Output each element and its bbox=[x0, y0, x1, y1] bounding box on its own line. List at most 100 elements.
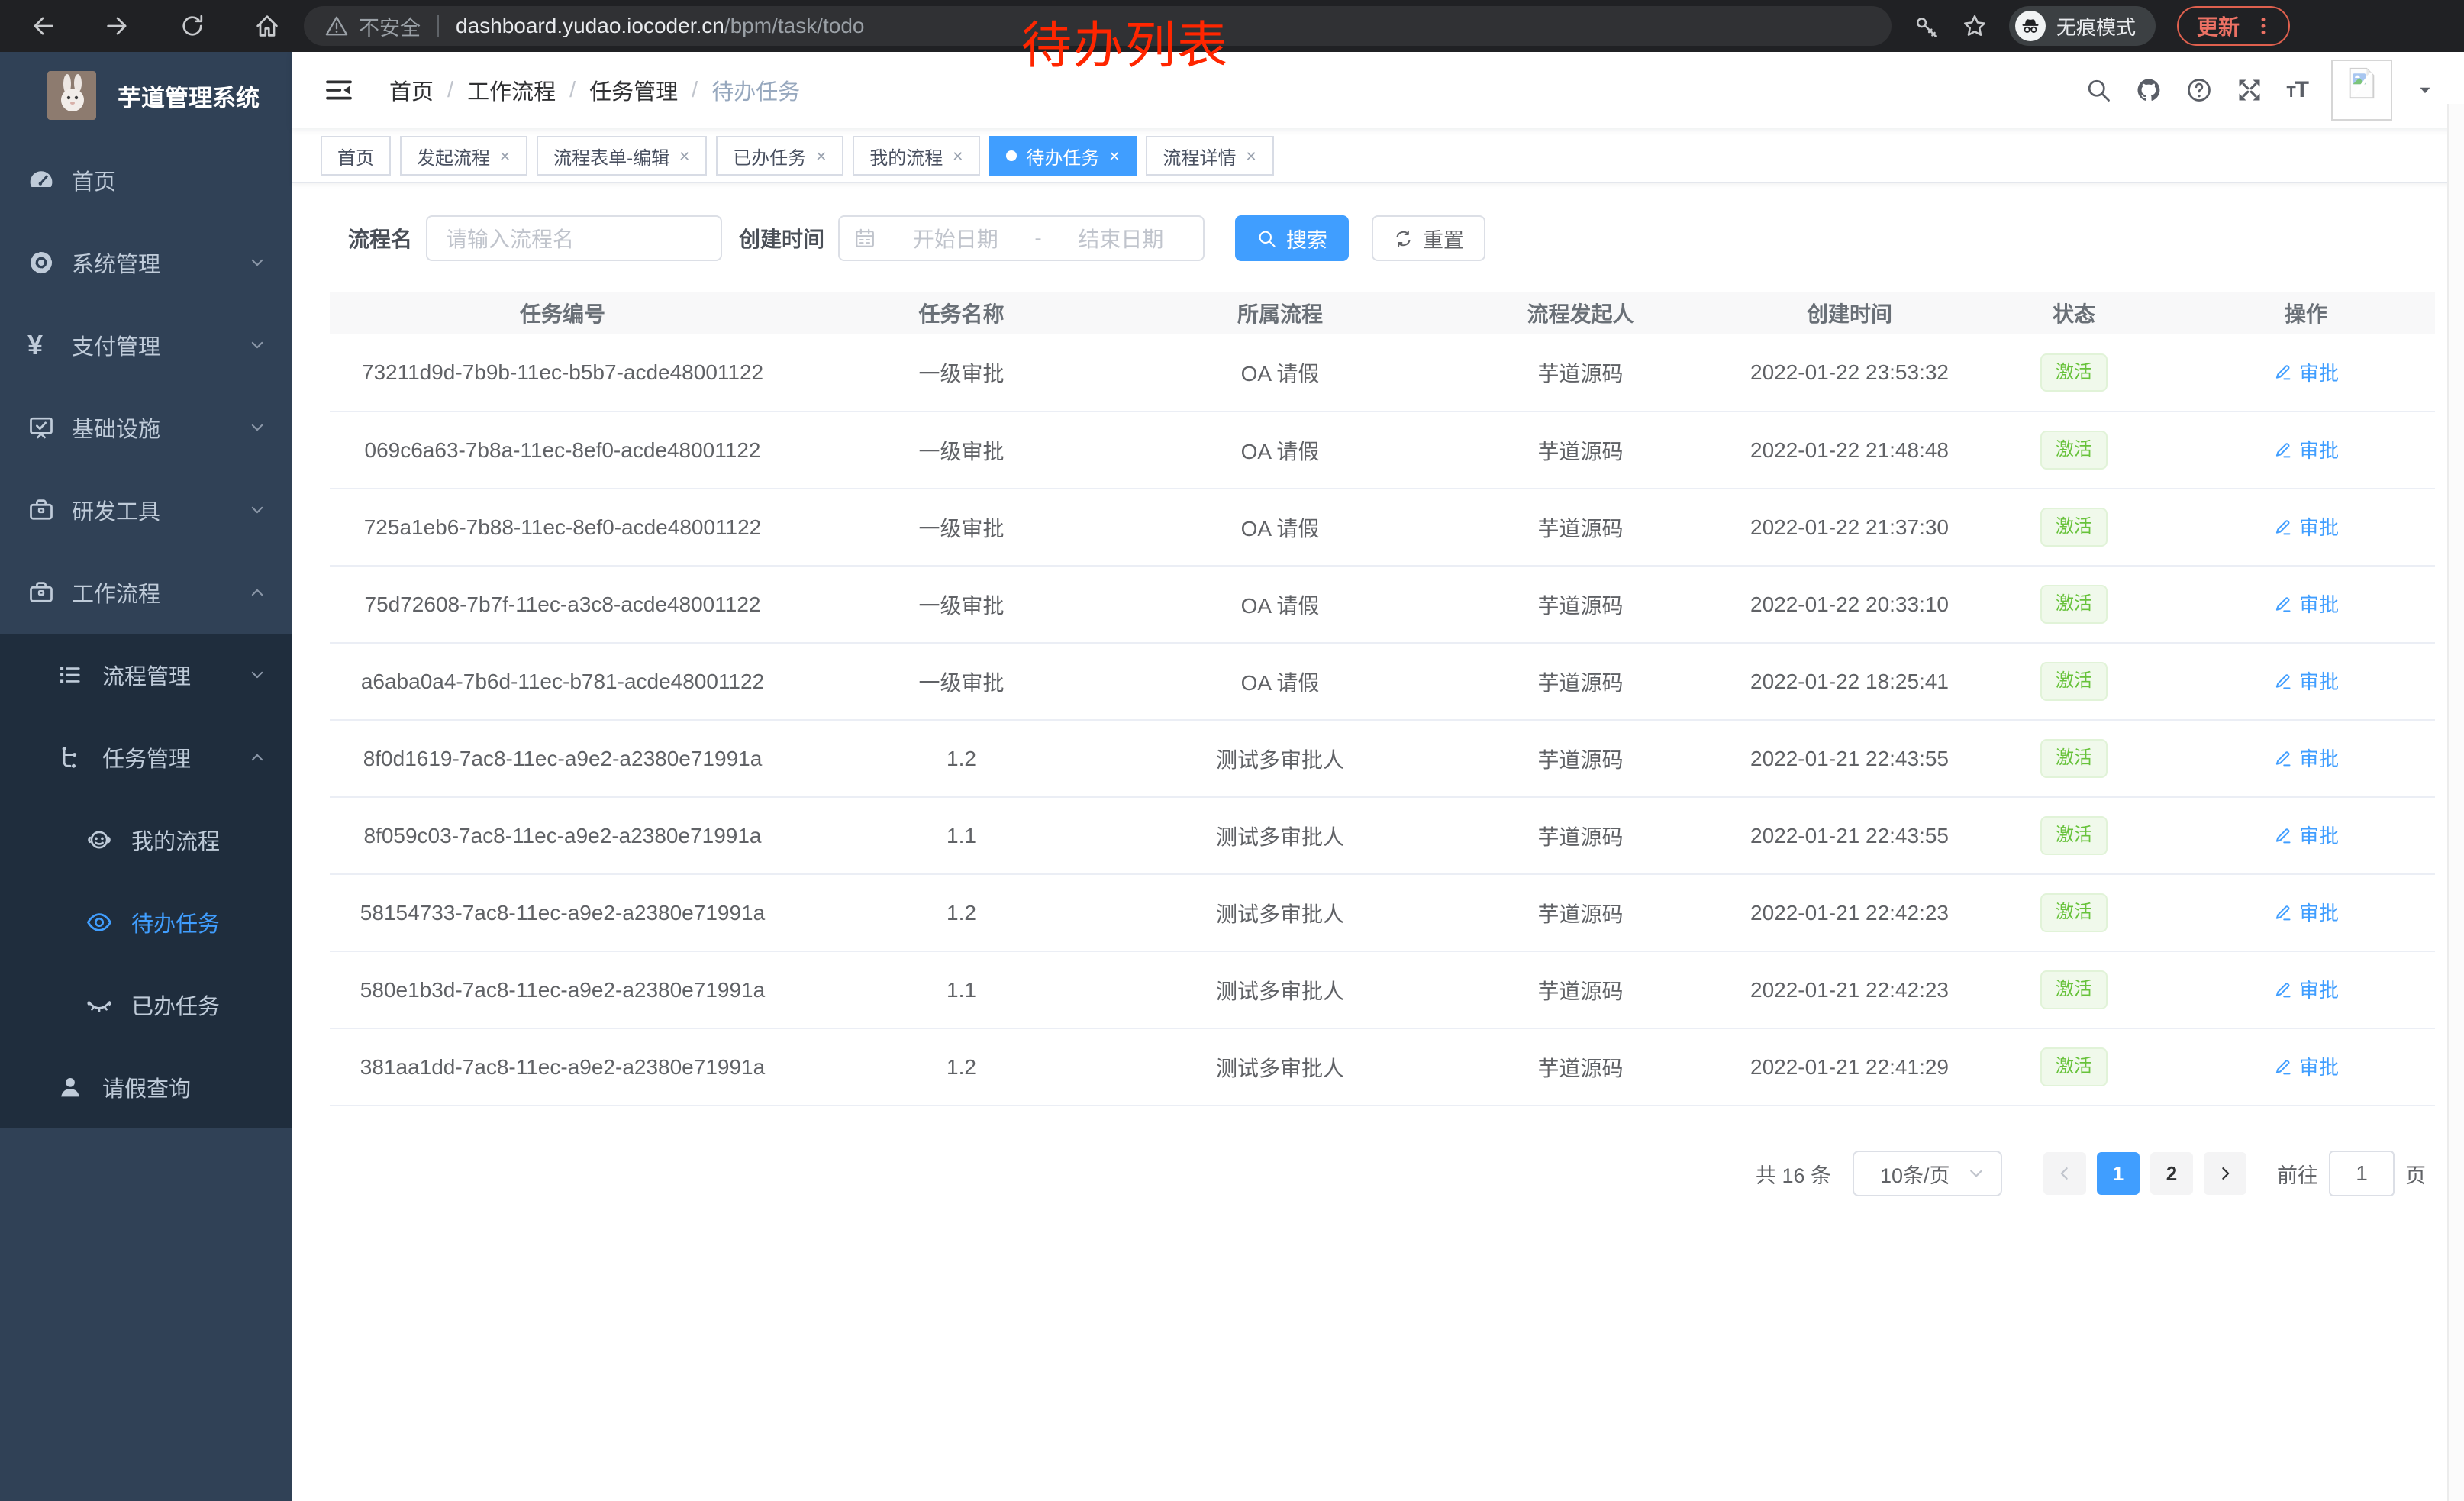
sidebar-item-home[interactable]: 首页 bbox=[0, 139, 292, 221]
close-icon[interactable] bbox=[679, 147, 690, 164]
close-icon[interactable] bbox=[1108, 147, 1120, 164]
tab-done-tasks[interactable]: 已办任务 bbox=[716, 136, 843, 176]
sidebar-item-system[interactable]: 系统管理 bbox=[0, 221, 292, 304]
cell-process: OA 请假 bbox=[1127, 489, 1433, 566]
goto-page-input[interactable]: 1 bbox=[2329, 1151, 2395, 1196]
breadcrumb-home[interactable]: 首页 bbox=[389, 74, 434, 106]
sidebar: 芋道管理系统 首页 系统管理 支付管理 基础设施 研发工具 工作流 bbox=[0, 52, 292, 1501]
page-size-select[interactable]: 10条/页 bbox=[1853, 1151, 2002, 1196]
not-secure-label[interactable]: 不安全 bbox=[359, 11, 421, 41]
cell-process: OA 请假 bbox=[1127, 566, 1433, 643]
browser-reload-icon[interactable] bbox=[179, 12, 206, 40]
sidebar-item-leave-query[interactable]: 请假查询 bbox=[0, 1046, 292, 1128]
table-row: 725a1eb6-7b88-11ec-8ef0-acde48001122一级审批… bbox=[330, 489, 2435, 566]
browser-forward-icon[interactable] bbox=[104, 12, 131, 40]
pagination-total: 共 16 条 bbox=[1756, 1159, 1831, 1189]
approve-link[interactable]: 审批 bbox=[2273, 744, 2339, 772]
end-date-input[interactable]: 结束日期 bbox=[1053, 223, 1189, 253]
sidebar-item-task-mgmt[interactable]: 任务管理 bbox=[0, 716, 292, 799]
cell-process: OA 请假 bbox=[1127, 643, 1433, 720]
bookmark-star-icon[interactable] bbox=[1962, 13, 1988, 39]
tab-my-process[interactable]: 我的流程 bbox=[853, 136, 980, 176]
close-icon[interactable] bbox=[1245, 147, 1256, 164]
sidebar-item-todo-tasks[interactable]: 待办任务 bbox=[0, 881, 292, 964]
reset-button[interactable]: 重置 bbox=[1372, 215, 1485, 261]
github-icon[interactable] bbox=[2135, 76, 2162, 104]
address-bar[interactable]: 不安全 dashboard.yudao.iocoder.cn/bpm/task/… bbox=[304, 6, 1892, 46]
cell-task-name: 1.2 bbox=[795, 1028, 1127, 1106]
breadcrumb-task-mgmt[interactable]: 任务管理 bbox=[589, 74, 678, 106]
approve-link[interactable]: 审批 bbox=[2273, 512, 2339, 541]
cell-task-name: 1.2 bbox=[795, 720, 1127, 797]
process-name-label: 流程名 bbox=[348, 223, 412, 253]
yen-icon bbox=[27, 331, 55, 359]
breadcrumb-workflow[interactable]: 工作流程 bbox=[467, 74, 556, 106]
date-range-separator: - bbox=[1034, 226, 1041, 250]
browser-back-icon[interactable] bbox=[29, 12, 56, 40]
tab-start-process[interactable]: 发起流程 bbox=[400, 136, 527, 176]
table-row: a6aba0a4-7b6d-11ec-b781-acde48001122一级审批… bbox=[330, 643, 2435, 720]
avatar[interactable] bbox=[2331, 60, 2392, 121]
cell-process: 测试多审批人 bbox=[1127, 1028, 1433, 1106]
user-icon bbox=[56, 1073, 84, 1101]
search-icon[interactable] bbox=[2085, 76, 2112, 104]
cell-task-id: 58154733-7ac8-11ec-a9e2-a2380e71991a bbox=[330, 874, 795, 951]
approve-link[interactable]: 审批 bbox=[2273, 975, 2339, 1003]
start-date-input[interactable]: 开始日期 bbox=[887, 223, 1024, 253]
status-badge: 激活 bbox=[2040, 353, 2108, 392]
fullscreen-icon[interactable] bbox=[2236, 76, 2263, 104]
browser-update-button[interactable]: 更新 bbox=[2177, 6, 2290, 46]
page-scrollbar[interactable] bbox=[2447, 104, 2464, 1501]
page-button-2[interactable]: 2 bbox=[2150, 1152, 2193, 1195]
approve-link[interactable]: 审批 bbox=[2273, 1052, 2339, 1080]
cell-task-id: 580e1b3d-7ac8-11ec-a9e2-a2380e71991a bbox=[330, 951, 795, 1028]
sidebar-item-process-mgmt[interactable]: 流程管理 bbox=[0, 634, 292, 716]
sidebar-item-workflow[interactable]: 工作流程 bbox=[0, 551, 292, 634]
cell-task-name: 一级审批 bbox=[795, 489, 1127, 566]
approve-link[interactable]: 审批 bbox=[2273, 589, 2339, 618]
next-page-button[interactable] bbox=[2204, 1152, 2246, 1195]
chevron-down-icon bbox=[1967, 1164, 1985, 1183]
url-text[interactable]: dashboard.yudao.iocoder.cn/bpm/task/todo bbox=[456, 14, 864, 38]
sidebar-collapse-icon[interactable] bbox=[324, 75, 354, 105]
date-range-input[interactable]: 开始日期 - 结束日期 bbox=[838, 215, 1205, 261]
browser-home-icon[interactable] bbox=[253, 12, 281, 40]
avatar-caret-icon[interactable] bbox=[2415, 80, 2435, 100]
approve-link[interactable]: 审批 bbox=[2273, 435, 2339, 463]
sidebar-item-payment[interactable]: 支付管理 bbox=[0, 304, 292, 386]
cell-process: 测试多审批人 bbox=[1127, 874, 1433, 951]
edit-pen-icon bbox=[2273, 362, 2293, 382]
prev-page-button[interactable] bbox=[2043, 1152, 2086, 1195]
close-icon[interactable] bbox=[499, 147, 511, 164]
page-button-1[interactable]: 1 bbox=[2097, 1152, 2140, 1195]
tab-process-detail[interactable]: 流程详情 bbox=[1146, 136, 1273, 176]
cell-task-id: 75d72608-7b7f-11ec-a3c8-acde48001122 bbox=[330, 566, 795, 643]
tab-form-edit[interactable]: 流程表单-编辑 bbox=[537, 136, 707, 176]
cell-task-id: a6aba0a4-7b6d-11ec-b781-acde48001122 bbox=[330, 643, 795, 720]
cell-time: 2022-01-21 22:42:23 bbox=[1728, 874, 1971, 951]
tab-todo-tasks[interactable]: 待办任务 bbox=[989, 136, 1137, 176]
app-logo-row[interactable]: 芋道管理系统 bbox=[0, 52, 292, 139]
password-key-icon[interactable] bbox=[1914, 13, 1940, 39]
browser-chrome: 不安全 dashboard.yudao.iocoder.cn/bpm/task/… bbox=[0, 0, 2464, 52]
approve-link[interactable]: 审批 bbox=[2273, 898, 2339, 926]
sidebar-item-done-tasks[interactable]: 已办任务 bbox=[0, 964, 292, 1046]
cell-time: 2022-01-21 22:42:23 bbox=[1728, 951, 1971, 1028]
sidebar-item-infra[interactable]: 基础设施 bbox=[0, 386, 292, 469]
help-icon[interactable] bbox=[2185, 76, 2213, 104]
sidebar-item-devtools[interactable]: 研发工具 bbox=[0, 469, 292, 551]
approve-link[interactable]: 审批 bbox=[2273, 358, 2339, 386]
font-size-icon[interactable] bbox=[2286, 77, 2308, 103]
sidebar-item-my-process[interactable]: 我的流程 bbox=[0, 799, 292, 881]
filter-bar: 流程名 请输入流程名 创建时间 开始日期 - 结束日期 搜索 重置 bbox=[348, 215, 2464, 261]
search-button[interactable]: 搜索 bbox=[1235, 215, 1349, 261]
cell-task-name: 一级审批 bbox=[795, 643, 1127, 720]
tab-home[interactable]: 首页 bbox=[321, 136, 391, 176]
close-icon[interactable] bbox=[952, 147, 963, 164]
close-icon[interactable] bbox=[815, 147, 827, 164]
browser-menu-icon[interactable] bbox=[2252, 15, 2275, 37]
process-name-input[interactable]: 请输入流程名 bbox=[426, 215, 722, 261]
approve-link[interactable]: 审批 bbox=[2273, 667, 2339, 695]
approve-link[interactable]: 审批 bbox=[2273, 821, 2339, 849]
breadcrumb-separator: / bbox=[569, 78, 576, 103]
